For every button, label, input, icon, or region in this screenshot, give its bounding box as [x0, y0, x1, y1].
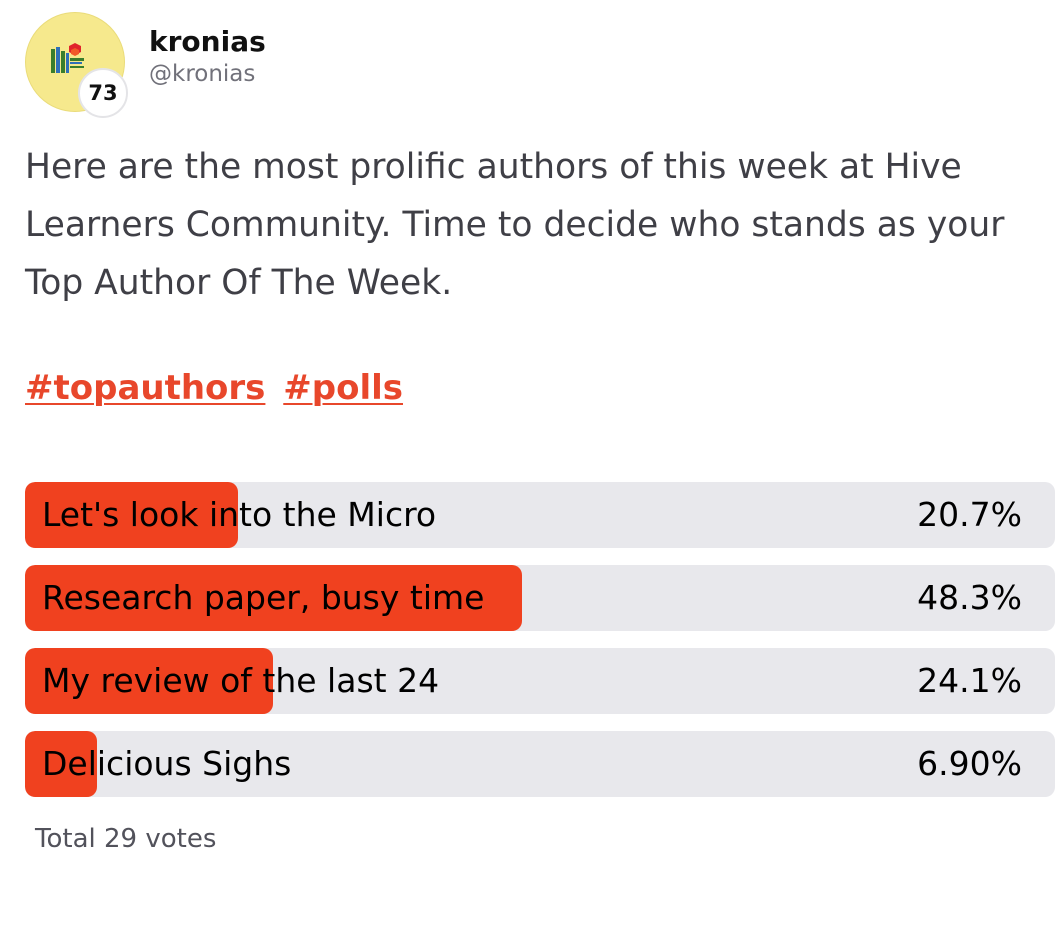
- poll-option-percent: 6.90%: [917, 744, 1022, 783]
- avatar-container[interactable]: 73: [25, 12, 128, 118]
- poll-option-percent: 20.7%: [917, 495, 1022, 534]
- hive-learners-logo-icon: [51, 43, 84, 73]
- poll-option-label: Research paper, busy time: [42, 578, 485, 617]
- poll: Let's look into the Micro 20.7% Research…: [25, 482, 1055, 814]
- post-tags: #topauthors #polls: [25, 360, 409, 416]
- author-display-name[interactable]: kronias: [149, 24, 266, 60]
- author-handle[interactable]: @kronias: [149, 60, 266, 88]
- poll-option[interactable]: Research paper, busy time 48.3%: [25, 565, 1055, 631]
- poll-option-label: Let's look into the Micro: [42, 495, 437, 534]
- tag-polls-link[interactable]: #polls: [283, 368, 403, 408]
- poll-option-percent: 24.1%: [917, 661, 1022, 700]
- author-names: kronias @kronias: [149, 24, 266, 88]
- poll-option[interactable]: Delicious Sighs 6.90%: [25, 731, 1055, 797]
- post-text: Here are the most prolific authors of th…: [25, 147, 1005, 303]
- tag-topauthors-link[interactable]: #topauthors: [25, 368, 265, 408]
- reputation-badge: 73: [78, 68, 128, 118]
- poll-option-label: My review of the last 24: [42, 661, 440, 700]
- poll-option-label: Delicious Sighs: [42, 744, 292, 783]
- poll-option-percent: 48.3%: [917, 578, 1022, 617]
- poll-option[interactable]: Let's look into the Micro 20.7%: [25, 482, 1055, 548]
- post-header: 73 kronias @kronias: [25, 12, 266, 118]
- poll-total-votes: Total 29 votes: [35, 824, 217, 854]
- poll-option[interactable]: My review of the last 24 24.1%: [25, 648, 1055, 714]
